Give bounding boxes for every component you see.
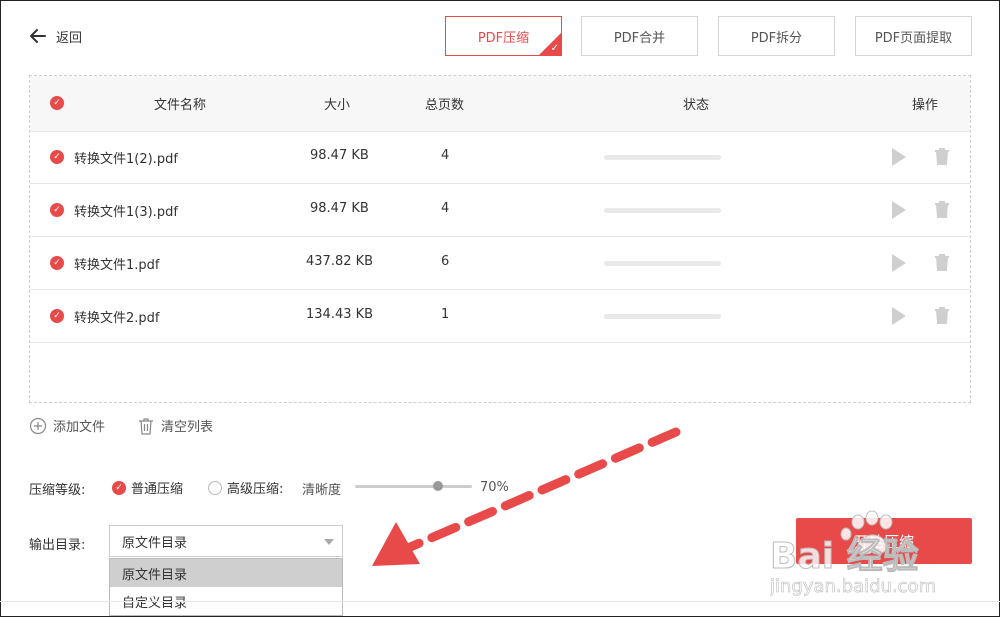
output-dir-select[interactable]: 原文件目录 xyxy=(109,525,343,557)
normal-compression-radio[interactable]: ✓ 普通压缩 xyxy=(112,478,183,497)
file-size: 98.47 KB xyxy=(310,201,369,216)
tab-pdf-split[interactable]: PDF拆分 xyxy=(718,16,835,56)
trash-icon xyxy=(139,417,154,435)
progress-bar xyxy=(604,155,721,160)
clarity-label: 清晰度 xyxy=(302,483,342,498)
annotation-arrow xyxy=(372,427,681,566)
play-icon xyxy=(892,254,906,272)
plus-circle-icon xyxy=(29,417,47,434)
table-row: ✓ 转换文件2.pdf 134.43 KB 1 xyxy=(30,290,970,343)
add-file-label: 添加文件 xyxy=(53,420,106,435)
check-icon: ✓ xyxy=(550,43,559,54)
header-name: 文件名称 xyxy=(154,98,207,113)
row-checkbox[interactable]: ✓ xyxy=(50,203,64,217)
table-row: ✓ 转换文件1.pdf 437.82 KB 6 xyxy=(30,237,970,290)
file-name: 转换文件2.pdf xyxy=(74,311,160,326)
file-name: 转换文件1.pdf xyxy=(74,258,160,273)
check-icon: ✓ xyxy=(50,96,64,110)
back-label: 返回 xyxy=(56,30,83,46)
clear-list-button[interactable]: 清空列表 xyxy=(137,416,213,435)
delete-button[interactable] xyxy=(934,306,950,324)
row-checkbox[interactable]: ✓ xyxy=(50,150,64,164)
file-table: ✓ 文件名称 大小 总页数 状态 操作 ✓ 转换文件1(2).pdf 98.47… xyxy=(29,75,971,403)
progress-bar xyxy=(604,314,721,319)
table-row: ✓ 转换文件1(3).pdf 98.47 KB 4 xyxy=(30,184,970,237)
header-actions: 操作 xyxy=(912,98,939,113)
header-pages: 总页数 xyxy=(425,98,465,113)
tab-pdf-merge[interactable]: PDF合并 xyxy=(581,16,698,56)
check-icon: ✓ xyxy=(50,256,64,270)
play-icon xyxy=(892,307,906,325)
tab-pdf-extract[interactable]: PDF页面提取 xyxy=(855,16,972,56)
trash-icon xyxy=(935,201,949,218)
check-icon: ✓ xyxy=(50,203,64,217)
table-header: ✓ 文件名称 大小 总页数 状态 操作 xyxy=(30,76,970,132)
add-file-button[interactable]: 添加文件 xyxy=(29,416,105,435)
progress-bar xyxy=(604,208,721,213)
compression-level-label: 压缩等级: xyxy=(29,483,86,498)
file-pages: 1 xyxy=(441,307,450,322)
file-size: 98.47 KB xyxy=(310,148,369,163)
row-checkbox[interactable]: ✓ xyxy=(50,256,64,270)
trash-icon xyxy=(935,148,949,165)
check-icon: ✓ xyxy=(50,309,64,323)
header-status: 状态 xyxy=(683,98,710,113)
row-checkbox[interactable]: ✓ xyxy=(50,309,64,323)
option-original-dir[interactable]: 原文件目录 xyxy=(110,559,342,587)
arrow-left-icon xyxy=(30,29,46,43)
delete-button[interactable] xyxy=(934,147,950,165)
play-button[interactable] xyxy=(892,201,906,219)
file-pages: 4 xyxy=(441,201,450,216)
file-name: 转换文件1(2).pdf xyxy=(74,152,178,167)
file-size: 437.82 KB xyxy=(306,254,374,269)
file-size: 134.43 KB xyxy=(306,307,374,322)
delete-button[interactable] xyxy=(934,200,950,218)
trash-icon xyxy=(935,307,949,324)
back-button[interactable]: 返回 xyxy=(28,26,82,46)
file-pages: 6 xyxy=(441,254,450,269)
table-row: ✓ 转换文件1(2).pdf 98.47 KB 4 xyxy=(30,131,970,184)
check-icon: ✓ xyxy=(50,150,64,164)
play-button[interactable] xyxy=(892,254,906,272)
chevron-down-icon xyxy=(324,539,334,545)
play-icon xyxy=(892,148,906,166)
delete-button[interactable] xyxy=(934,253,950,271)
progress-bar xyxy=(604,261,721,266)
start-compress-button[interactable]: 开始压缩 xyxy=(796,518,972,564)
file-actions: 添加文件 清空列表 xyxy=(29,416,213,435)
clear-list-label: 清空列表 xyxy=(161,420,214,435)
file-pages: 4 xyxy=(441,148,450,163)
play-icon xyxy=(892,201,906,219)
radio-icon xyxy=(208,480,222,495)
tab-pdf-compress[interactable]: PDF压缩 ✓ xyxy=(445,16,562,56)
output-dir-dropdown: 原文件目录 自定义目录 xyxy=(109,558,343,616)
advanced-compression-radio[interactable]: 高级压缩: xyxy=(208,478,283,497)
header-size: 大小 xyxy=(324,98,351,113)
check-icon: ✓ xyxy=(112,480,126,495)
play-button[interactable] xyxy=(892,148,906,166)
divider xyxy=(0,601,1000,602)
file-name: 转换文件1(3).pdf xyxy=(74,205,178,220)
select-all-checkbox[interactable]: ✓ xyxy=(50,96,64,110)
play-button[interactable] xyxy=(892,307,906,325)
output-dir-label: 输出目录: xyxy=(29,538,86,553)
trash-icon xyxy=(935,254,949,271)
